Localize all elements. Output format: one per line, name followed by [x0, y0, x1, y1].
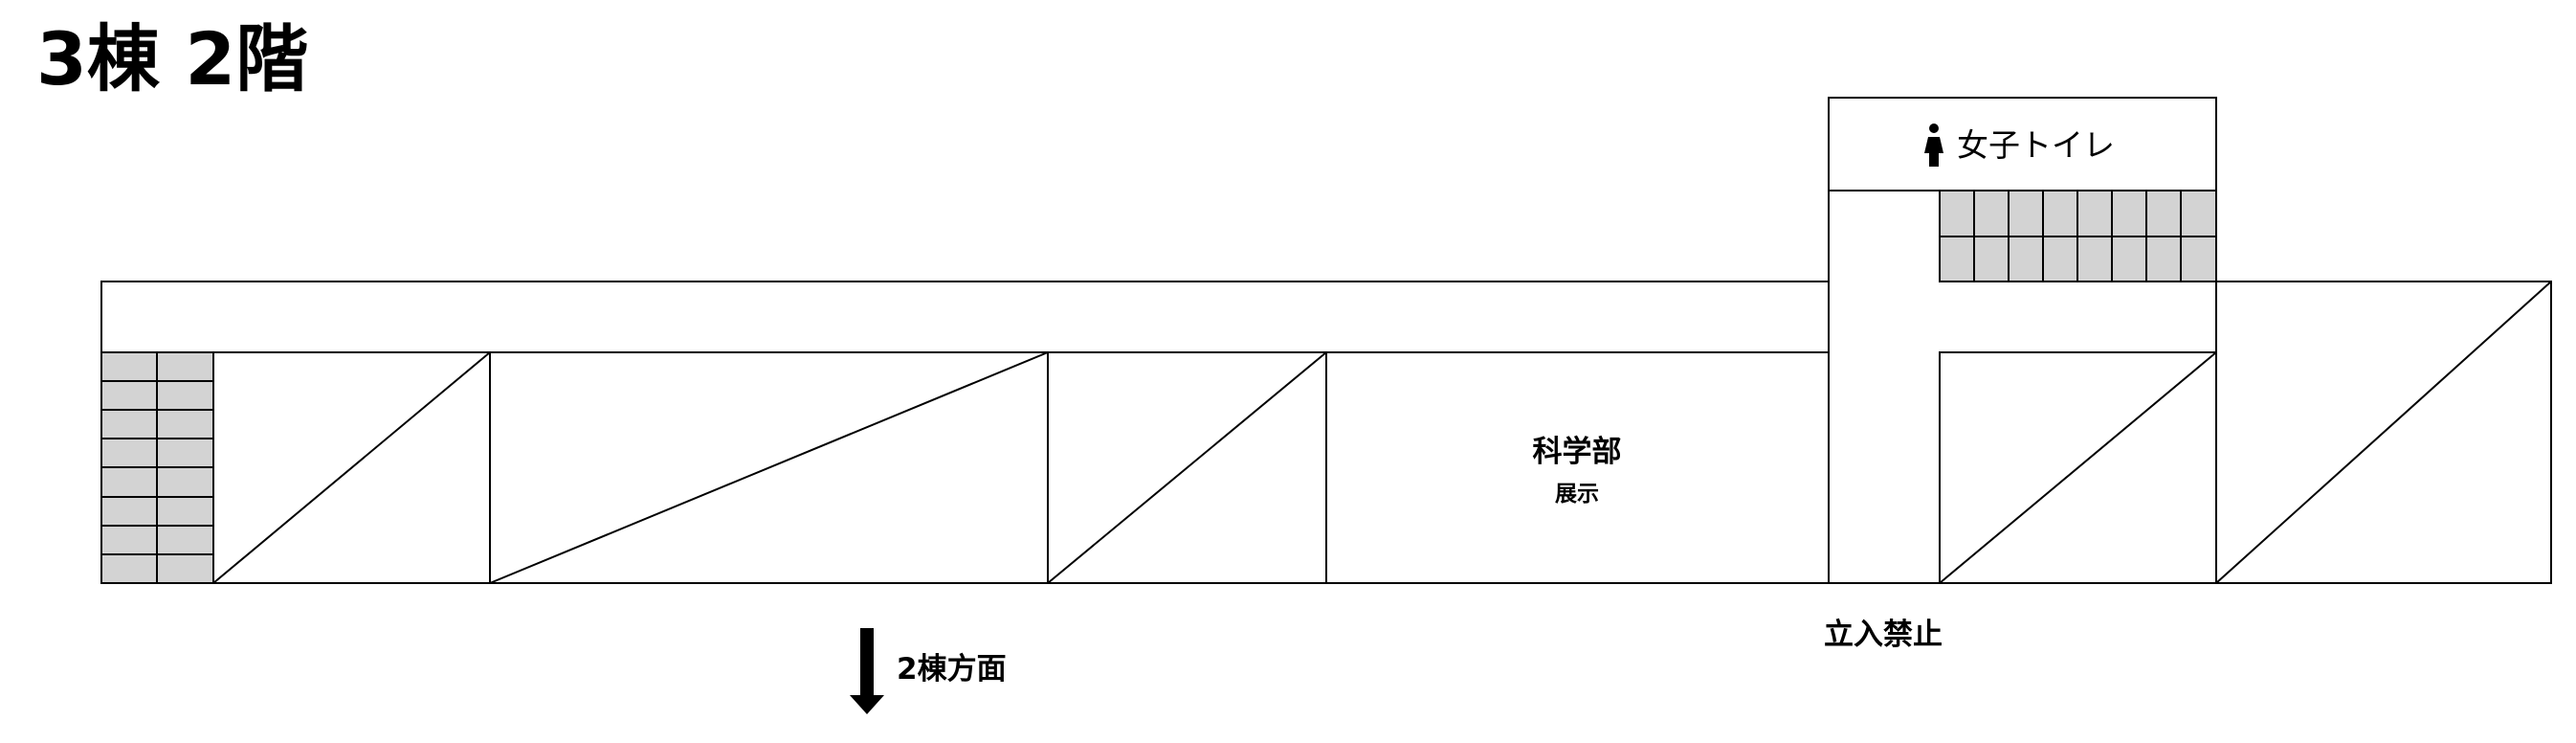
locker-block-left [100, 351, 214, 584]
floor-map: 3棟 2階 女子トイレ 科学部 展示 立入禁止 2棟方面 [36, 16, 2552, 714]
down-arrow-icon [850, 628, 884, 714]
room-1-diagonal [212, 351, 491, 584]
room-6-diagonal [2215, 281, 2552, 584]
toilet-label: 女子トイレ [1957, 126, 2115, 164]
no-entry-label: 立入禁止 [1824, 618, 1943, 652]
room-2-diagonal [489, 351, 1049, 584]
direction-label: 2棟方面 [897, 652, 1007, 687]
science-room-sublabel: 展示 [1555, 482, 1599, 507]
corridor [100, 281, 1830, 353]
locker-block-top-right [1939, 190, 2217, 282]
room-5-diagonal [1939, 351, 2217, 584]
room-3-diagonal [1047, 351, 1327, 584]
floor-title: 3棟 2階 [36, 16, 308, 101]
science-room-label: 科学部 [1533, 435, 1622, 469]
